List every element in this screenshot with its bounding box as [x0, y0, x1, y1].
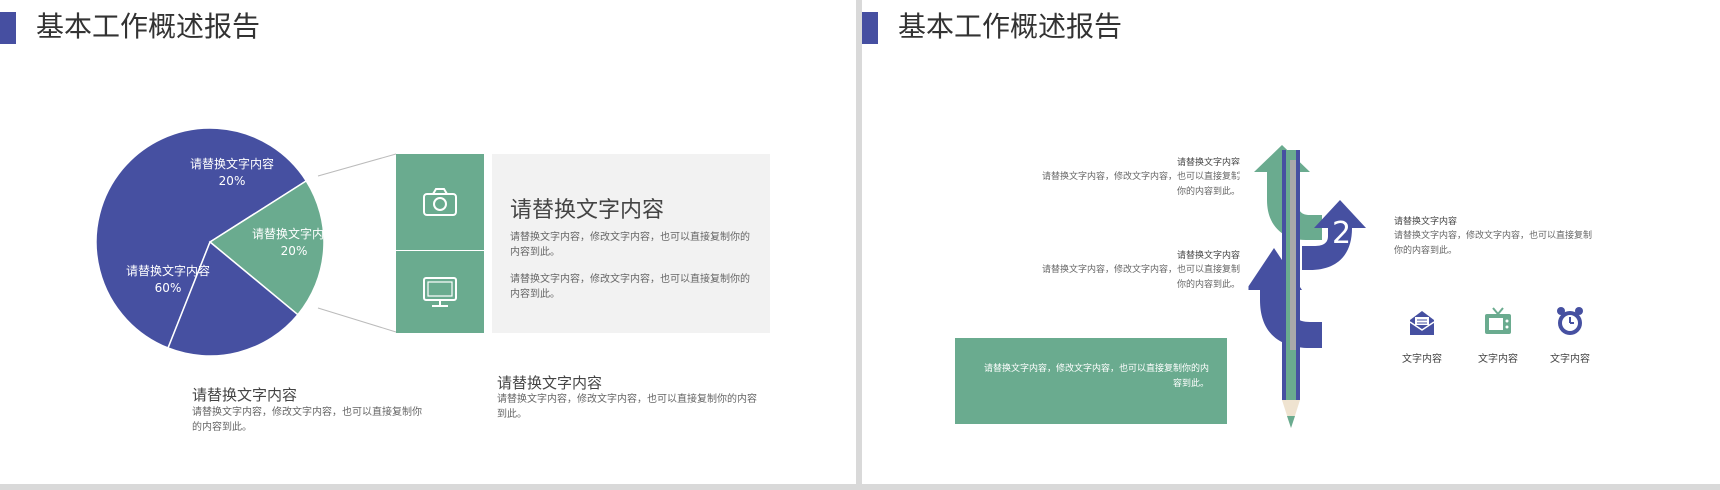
- slice-label: 请替换文字内容: [252, 227, 337, 241]
- envelope-icon: [1409, 311, 1435, 335]
- icon-caption-3: 文字内容: [1550, 354, 1590, 365]
- arrow-2-number: 2: [1332, 216, 1352, 251]
- slice-label: 请替换文字内容: [126, 264, 211, 278]
- camera-icon: [423, 188, 457, 216]
- slice-value: 20%: [280, 244, 308, 258]
- card-panel: 请替换文字内容 请替换文字内容，修改文字内容，也可以直接复制你的内容到此。 请替…: [492, 154, 770, 333]
- pie-label-top: 请替换文字内容 20%: [190, 156, 274, 190]
- pie-label-left: 请替换文字内容 60%: [126, 263, 210, 297]
- slice-value: 20%: [218, 174, 246, 188]
- pencil-core: [1290, 160, 1296, 350]
- bottom-heading-1: 请替换文字内容: [192, 386, 298, 404]
- arrow-1-number: 1: [1237, 266, 1257, 301]
- slice-label: 请替换文字内容: [190, 157, 275, 171]
- monitor-icon: [423, 277, 457, 307]
- card-icon-monitor: [396, 251, 484, 333]
- left-slide: 基本工作概述报告 请替换文字内容 20% 请替换文字内容 20% 请替换文字内容…: [0, 0, 856, 484]
- card-paragraph-1: 请替换文字内容，修改文字内容，也可以直接复制你的内容到此。: [510, 232, 750, 258]
- pie-label-right: 请替换文字内容 20%: [252, 226, 336, 260]
- connector-line-top: [317, 153, 397, 177]
- right-slide: 基本工作概述报告 请替换文字内容 请替换文字内容，修改文字内容，也可以直接复制你…: [862, 0, 1720, 484]
- pencil-lead: [1287, 416, 1295, 428]
- pencil-arrows-graphic: [1246, 145, 1366, 428]
- bottom-heading-2: 请替换文字内容: [497, 374, 603, 392]
- card-paragraph-2: 请替换文字内容，修改文字内容，也可以直接复制你的内容到此。: [510, 274, 750, 300]
- slice-value: 60%: [154, 281, 182, 295]
- card-icon-camera: [396, 154, 484, 250]
- tv-icon: [1485, 307, 1511, 334]
- card-heading: 请替换文字内容: [510, 198, 665, 223]
- arrow-3-number: 3: [1230, 160, 1250, 195]
- bottom-text-1: 请替换文字内容，修改文字内容，也可以直接复制你的内容到此。: [192, 407, 422, 433]
- alarm-clock-icon: [1557, 307, 1583, 335]
- icon-caption-1: 文字内容: [1402, 354, 1442, 365]
- connector-line-bottom: [317, 307, 397, 333]
- bottom-text-2: 请替换文字内容，修改文字内容，也可以直接复制你的内容到此。: [497, 394, 757, 420]
- icon-caption-2: 文字内容: [1478, 354, 1518, 365]
